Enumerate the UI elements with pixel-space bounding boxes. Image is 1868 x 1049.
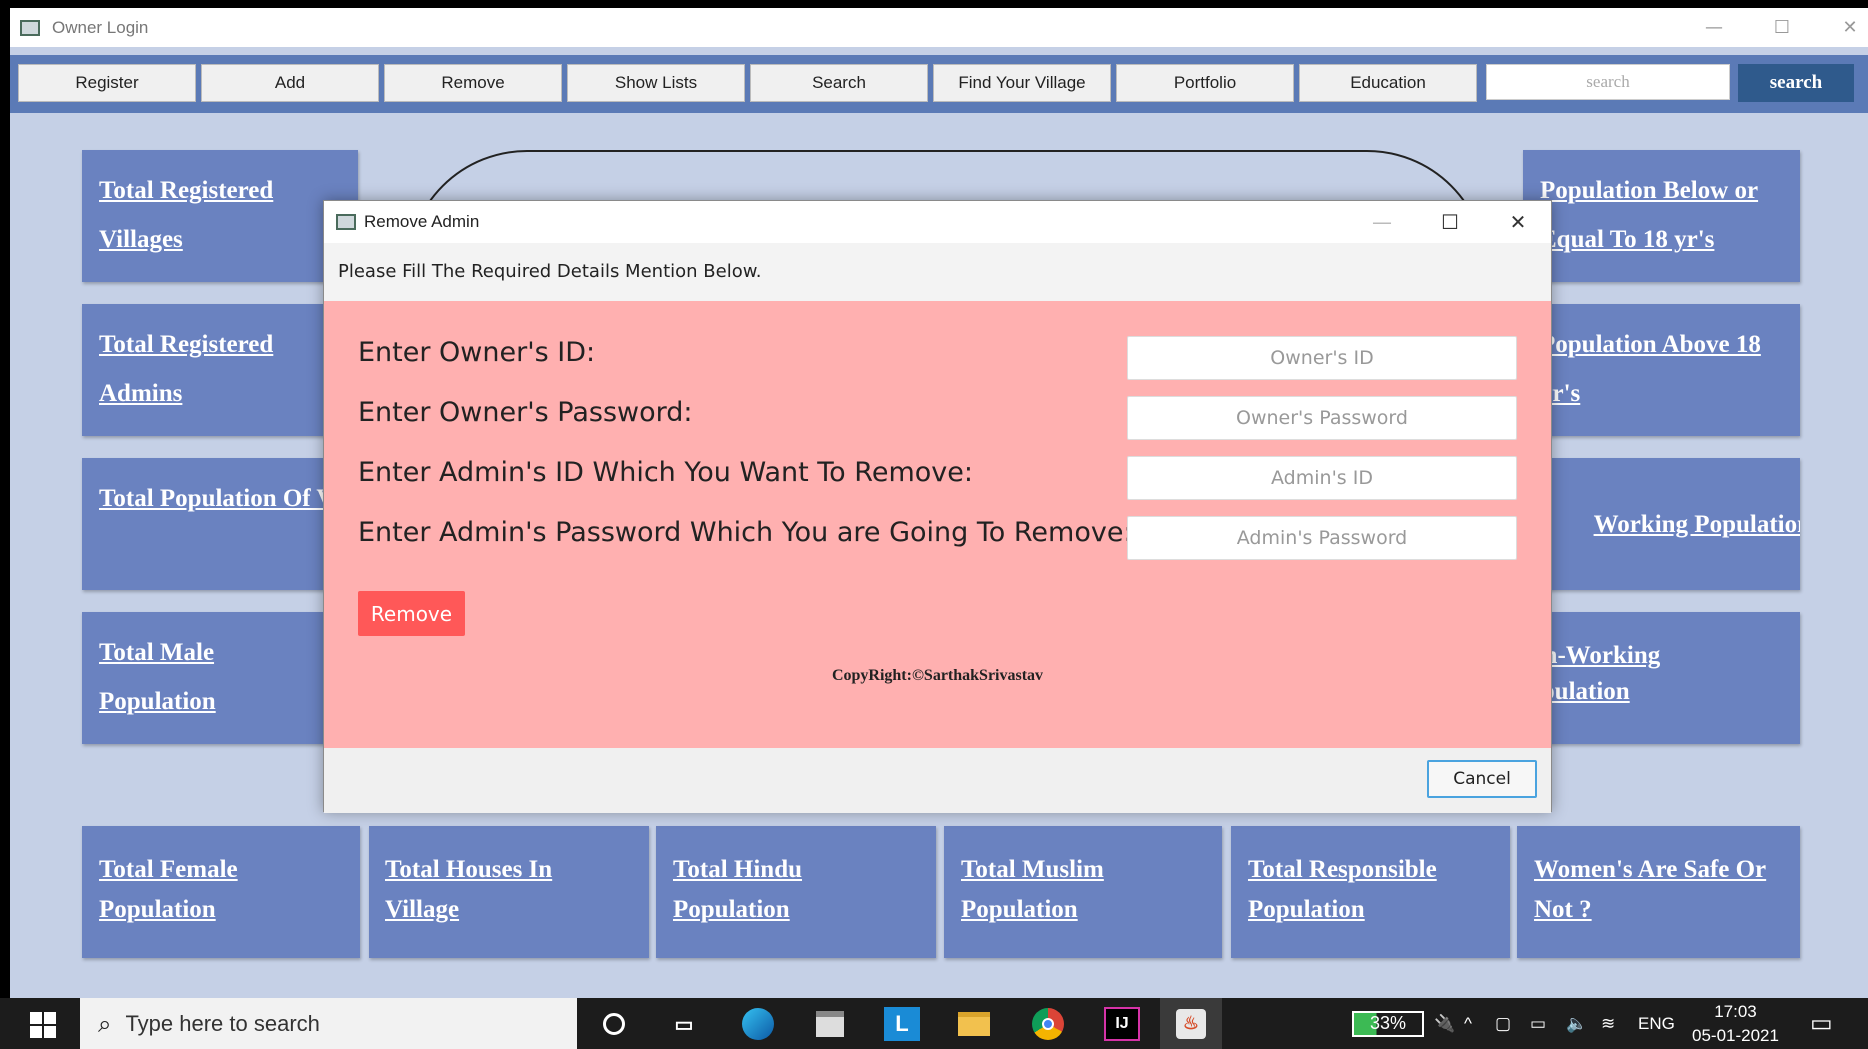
window-titlebar[interactable]: Owner Login — ☐ ✕ bbox=[10, 8, 1868, 47]
java-taskbar-icon[interactable]: ♨ bbox=[1160, 998, 1222, 1049]
copyright-text: CopyRight:©SarthakSrivastav bbox=[831, 667, 1044, 684]
windows-taskbar: ⌕ Type here to search ▭ L IJ ♨ 33% 🔌 ^ ▢… bbox=[0, 998, 1868, 1049]
task-view-icon[interactable]: ▭ bbox=[666, 1007, 702, 1041]
card-working-population[interactable]: Working Population bbox=[1523, 458, 1800, 590]
remove-nav-button[interactable]: Remove bbox=[384, 64, 562, 102]
intellij-icon[interactable]: IJ bbox=[1104, 1007, 1140, 1041]
admin-id-label: Enter Admin's ID Which You Want To Remov… bbox=[358, 457, 973, 488]
dialog-maximize-button[interactable]: ☐ bbox=[1416, 201, 1484, 243]
card-total-muslim-population[interactable]: Total Muslim Population bbox=[944, 826, 1222, 958]
admin-password-label: Enter Admin's Password Which You are Goi… bbox=[358, 517, 1133, 548]
taskbar-search-box[interactable]: ⌕ Type here to search bbox=[80, 998, 577, 1049]
search-button[interactable]: search bbox=[1738, 64, 1854, 102]
wifi-icon[interactable]: ≋ bbox=[1601, 998, 1615, 1049]
dialog-titlebar[interactable]: Remove Admin — ☐ ✕ bbox=[324, 201, 1551, 243]
remove-admin-dialog: Remove Admin — ☐ ✕ Please Fill The Requi… bbox=[323, 200, 1552, 813]
show-lists-button[interactable]: Show Lists bbox=[567, 64, 745, 102]
find-your-village-button[interactable]: Find Your Village bbox=[933, 64, 1111, 102]
owner-password-label: Enter Owner's Password: bbox=[358, 397, 693, 428]
battery-tray-icon[interactable]: ▭ bbox=[1530, 998, 1546, 1049]
minimize-button[interactable]: — bbox=[1680, 8, 1748, 47]
main-toolbar: Register Add Remove Show Lists Search Fi… bbox=[10, 55, 1868, 113]
window-title: Owner Login bbox=[52, 17, 149, 37]
dialog-instruction: Please Fill The Required Details Mention… bbox=[338, 261, 762, 282]
dialog-footer: Cancel bbox=[324, 748, 1551, 813]
l-app-icon[interactable]: L bbox=[884, 1007, 920, 1041]
search-icon: ⌕ bbox=[98, 1009, 112, 1038]
remove-admin-button[interactable]: Remove bbox=[358, 591, 465, 636]
education-button[interactable]: Education bbox=[1299, 64, 1477, 102]
card-total-population-of-village[interactable]: Total Population Of Village bbox=[82, 458, 358, 590]
owner-password-input[interactable]: Owner's Password bbox=[1127, 396, 1517, 440]
search-input[interactable]: search bbox=[1486, 64, 1730, 100]
dialog-close-button[interactable]: ✕ bbox=[1484, 201, 1552, 243]
notification-center-icon[interactable]: ▭ bbox=[1810, 998, 1833, 1049]
language-indicator[interactable]: ENG bbox=[1638, 998, 1675, 1049]
store-icon[interactable] bbox=[812, 1007, 848, 1041]
charging-icon: 🔌 bbox=[1434, 1013, 1456, 1033]
card-womens-safety[interactable]: Women's Are Safe Or Not ? bbox=[1517, 826, 1800, 958]
search-nav-button[interactable]: Search bbox=[750, 64, 928, 102]
clock-time: 17:03 bbox=[1714, 1001, 1757, 1021]
add-button[interactable]: Add bbox=[201, 64, 379, 102]
card-total-registered-villages[interactable]: Total Registered Villages bbox=[82, 150, 358, 282]
clock[interactable]: 17:03 05-01-2021 bbox=[1692, 998, 1779, 1049]
java-app-icon bbox=[20, 19, 40, 36]
dialog-minimize-button[interactable]: — bbox=[1348, 201, 1416, 243]
file-explorer-icon[interactable] bbox=[956, 1007, 992, 1041]
taskbar-search-placeholder: Type here to search bbox=[125, 1010, 320, 1036]
card-total-female-population[interactable]: Total Female Population bbox=[82, 826, 360, 958]
clock-date: 05-01-2021 bbox=[1692, 1025, 1779, 1045]
dialog-header: Please Fill The Required Details Mention… bbox=[324, 243, 1551, 301]
cancel-button[interactable]: Cancel bbox=[1427, 760, 1537, 798]
card-total-responsible-population[interactable]: Total Responsible Population bbox=[1231, 826, 1510, 958]
card-population-above-18[interactable]: Population Above 18 yr's bbox=[1523, 304, 1800, 436]
java-app-icon bbox=[336, 214, 356, 230]
card-total-male-population[interactable]: Total Male Population bbox=[82, 612, 358, 744]
volume-icon[interactable]: 🔈 bbox=[1566, 998, 1587, 1049]
dialog-title: Remove Admin bbox=[364, 212, 480, 231]
windows-start-icon[interactable] bbox=[30, 1012, 56, 1038]
show-hidden-icons-chevron[interactable]: ^ bbox=[1464, 998, 1472, 1049]
card-total-registered-admins[interactable]: Total Registered Admins bbox=[82, 304, 358, 436]
dialog-form: Enter Owner's ID: Owner's ID Enter Owner… bbox=[324, 301, 1551, 748]
edge-browser-icon[interactable] bbox=[740, 1007, 776, 1041]
owner-id-label: Enter Owner's ID: bbox=[358, 337, 596, 368]
cortana-icon[interactable] bbox=[596, 1007, 632, 1041]
card-total-hindu-population[interactable]: Total Hindu Population bbox=[656, 826, 936, 958]
card-non-working-population[interactable]: Non-Working Population bbox=[1523, 612, 1800, 744]
card-population-below-18[interactable]: Population Below or Equal To 18 yr's bbox=[1523, 150, 1800, 282]
maximize-button[interactable]: ☐ bbox=[1748, 8, 1816, 47]
register-button[interactable]: Register bbox=[18, 64, 196, 102]
network-icon[interactable]: ▢ bbox=[1495, 998, 1511, 1049]
admin-password-input[interactable]: Admin's Password bbox=[1127, 516, 1517, 560]
portfolio-button[interactable]: Portfolio bbox=[1116, 64, 1294, 102]
card-total-houses-in-village[interactable]: Total Houses In Village bbox=[369, 826, 649, 958]
close-button[interactable]: ✕ bbox=[1816, 8, 1868, 47]
admin-id-input[interactable]: Admin's ID bbox=[1127, 456, 1517, 500]
battery-indicator[interactable]: 33% bbox=[1352, 998, 1424, 1049]
chrome-icon[interactable] bbox=[1030, 1007, 1066, 1041]
owner-id-input[interactable]: Owner's ID bbox=[1127, 336, 1517, 380]
